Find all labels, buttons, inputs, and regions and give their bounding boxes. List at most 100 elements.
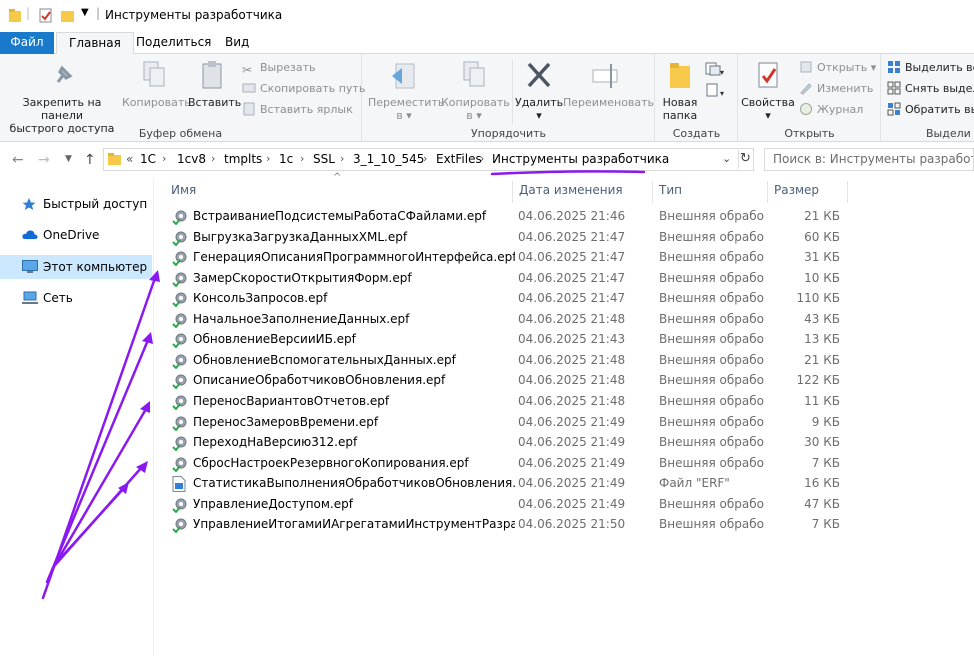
clipboard-group-label: Буфер обмена	[138, 127, 223, 140]
file-size: 21 КБ	[804, 352, 840, 367]
file-row[interactable]: КонсольЗапросов.epf 04.06.2025 21:47 Внешн…	[165, 289, 851, 309]
history-button[interactable]: Журнал	[799, 101, 863, 119]
file-type: Внешняя обрабо...	[659, 229, 764, 244]
breadcrumb-version[interactable]: 3_1_10_545	[353, 152, 424, 166]
file-type: Внешняя обрабо...	[659, 291, 764, 306]
column-header-type[interactable]: Тип	[653, 181, 768, 203]
file-type: Внешняя обрабо...	[659, 455, 764, 470]
tab-view[interactable]: Вид	[213, 32, 261, 54]
epf-gear-icon	[172, 333, 187, 349]
breadcrumb-1c-lower[interactable]: 1c	[279, 152, 293, 166]
select-none-button[interactable]: Снять выделе	[887, 80, 974, 98]
file-name: УправлениеИтогамиИАгрегатамиИнструментРа…	[193, 517, 515, 532]
select-all-button[interactable]: Выделить все	[887, 59, 974, 77]
nav-item-network[interactable]: Сеть	[0, 286, 152, 310]
file-row[interactable]: ОбновлениеВспомогательныхДанных.epf 04.06…	[165, 351, 851, 371]
file-type: Внешняя обрабо...	[659, 496, 764, 511]
address-history-chevron-icon[interactable]: ⌄	[722, 152, 731, 165]
copy-to-button[interactable]: Копировать в ▾	[441, 60, 510, 122]
tab-share[interactable]: Поделиться	[124, 32, 223, 54]
nav-item-this-pc[interactable]: Этот компьютер	[0, 255, 152, 279]
address-bar[interactable]: « 1C › 1cv8 › tmplts › 1c › SSL › 3_1_10…	[103, 148, 754, 171]
column-header-name[interactable]: Имя	[165, 181, 513, 203]
nav-item-onedrive[interactable]: OneDrive	[0, 223, 152, 247]
file-name: ГенерацияОписанияПрограммногоИнтерфейса.…	[193, 250, 515, 265]
paste-shortcut-button[interactable]: Вставить ярлык	[242, 101, 353, 119]
breadcrumb-chevron-icon[interactable]: ›	[162, 152, 166, 165]
file-row[interactable]: СтатистикаВыполненияОбработчиковОбновлен…	[165, 474, 851, 494]
file-row[interactable]: ОбновлениеВерсииИБ.epf 04.06.2025 21:43 Вн…	[165, 330, 851, 350]
edit-button[interactable]: Изменить	[799, 80, 873, 98]
back-arrow-icon[interactable]: ←	[12, 152, 24, 168]
properties-button[interactable]: Свойства ▾	[741, 60, 795, 122]
easy-access-icon[interactable]: ▾	[704, 82, 726, 98]
file-row[interactable]: ГенерацияОписанияПрограммногоИнтерфейса.…	[165, 248, 851, 268]
invert-selection-button[interactable]: Обратить выд	[887, 101, 974, 119]
open-button[interactable]: Открыть ▾	[799, 59, 876, 77]
breadcrumb-chevron-icon[interactable]: ›	[300, 152, 304, 165]
file-row[interactable]: ПереходНаВерсию312.epf 04.06.2025 21:49 Вн…	[165, 433, 851, 453]
new-folder-icon[interactable]	[60, 8, 76, 24]
file-row[interactable]: ВстраиваниеПодсистемыРаботаСФайлами.epf 0…	[165, 207, 851, 227]
breadcrumb-ssl[interactable]: SSL	[313, 152, 335, 166]
file-date: 04.06.2025 21:47	[518, 270, 626, 285]
file-row[interactable]: ОписаниеОбработчиковОбновления.epf 04.06.…	[165, 371, 851, 391]
column-header-size[interactable]: Размер	[768, 181, 848, 203]
tab-home[interactable]: Главная	[56, 32, 134, 55]
delete-x-icon	[527, 62, 551, 88]
delete-button[interactable]: Удалить ▾	[515, 60, 563, 122]
file-type: Внешняя обрабо...	[659, 517, 764, 532]
network-icon	[22, 291, 38, 304]
file-row[interactable]: СбросНастроекРезервногоКопирования.epf 04…	[165, 454, 851, 474]
file-date: 04.06.2025 21:47	[518, 229, 626, 244]
file-row[interactable]: УправлениеДоступом.epf 04.06.2025 21:49 Вн…	[165, 495, 851, 515]
breadcrumb-1c[interactable]: 1C	[140, 152, 156, 166]
file-row[interactable]: ВыгрузкаЗагрузкаДанныхXML.epf 04.06.2025 …	[165, 228, 851, 248]
copy-path-label: Скопировать путь	[260, 82, 366, 95]
paste-icon	[202, 61, 222, 89]
file-row[interactable]: ЗамерСкоростиОткрытияФорм.epf 04.06.2025 …	[165, 269, 851, 289]
create-group-label: Создать	[672, 127, 721, 140]
cut-button[interactable]: ✂ Вырезать	[242, 59, 315, 77]
svg-text:▾: ▾	[720, 89, 724, 98]
breadcrumb-tmplts[interactable]: tmplts	[224, 152, 262, 166]
file-date: 04.06.2025 21:50	[518, 517, 626, 532]
up-arrow-icon[interactable]: ↑	[84, 152, 96, 168]
move-to-button[interactable]: Переместить в ▾	[368, 60, 444, 122]
breadcrumb-chevron-icon[interactable]: ›	[266, 152, 270, 165]
open-group: Свойства ▾ Открыть ▾ Изменить Журнал Отк…	[739, 54, 881, 142]
epf-gear-icon	[172, 498, 187, 513]
search-box[interactable]: Поиск в: Инструменты разработчика	[764, 148, 974, 171]
recent-locations-chevron-icon[interactable]: ▼	[65, 154, 72, 164]
customize-toolbar-chevron-icon[interactable]: ▼	[81, 7, 89, 23]
copy-button[interactable]: Копировать	[122, 60, 191, 109]
breadcrumb-chevron-icon[interactable]: ›	[423, 152, 427, 165]
file-date: 04.06.2025 21:47	[518, 291, 626, 306]
forward-arrow-icon[interactable]: →	[38, 152, 50, 168]
breadcrumb-chevron-icon[interactable]: ›	[340, 152, 344, 165]
refresh-icon[interactable]: ↻	[740, 151, 751, 166]
copy-path-button[interactable]: Скопировать путь	[242, 80, 365, 98]
breadcrumb-chevron-icon[interactable]: ›	[211, 152, 215, 165]
breadcrumb-chevron-icon[interactable]: ›	[480, 152, 484, 165]
file-row[interactable]: ПереносВариантовОтчетов.epf 04.06.2025 21…	[165, 392, 851, 412]
pin-to-quick-access-button[interactable]: Закрепить на панели быстрого доступа	[4, 60, 120, 135]
file-row[interactable]: НачальноеЗаполнениеДанных.epf 04.06.2025 …	[165, 310, 851, 330]
breadcrumb-overflow[interactable]: «	[126, 152, 133, 166]
file-row[interactable]: ПереносЗамеровВремени.epf 04.06.2025 21:4…	[165, 413, 851, 433]
rename-button[interactable]: Переименовать	[563, 60, 654, 109]
paste-button[interactable]: Вставить	[188, 60, 241, 109]
nav-item-quick-access[interactable]: Быстрый доступ	[0, 192, 152, 216]
file-row[interactable]: УправлениеИтогамиИАгрегатамиИнструментРа…	[165, 515, 851, 535]
paste-shortcut-icon	[243, 102, 255, 116]
properties-icon[interactable]	[38, 8, 54, 24]
new-folder-button[interactable]: Новая папка	[660, 60, 700, 122]
column-header-date[interactable]: Дата изменения	[513, 181, 653, 203]
breadcrumb-extfiles[interactable]: ExtFiles	[436, 152, 482, 166]
tab-file[interactable]: Файл	[0, 32, 54, 54]
select-none-icon	[887, 81, 901, 95]
file-date: 04.06.2025 21:48	[518, 311, 626, 326]
breadcrumb-current[interactable]: Инструменты разработчика	[492, 152, 669, 166]
new-item-icon[interactable]: ▾	[704, 61, 726, 77]
breadcrumb-1cv8[interactable]: 1cv8	[177, 152, 206, 166]
